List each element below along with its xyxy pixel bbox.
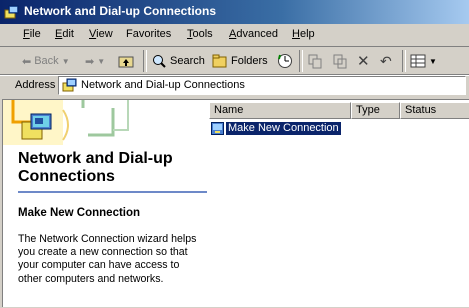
chevron-down-icon: ▼: [97, 56, 106, 66]
address-value: Network and Dial-up Connections: [81, 79, 245, 91]
column-header-status[interactable]: Status: [400, 102, 469, 119]
chevron-down-icon: ▼: [429, 56, 437, 66]
up-folder-button[interactable]: [118, 50, 134, 72]
menu-favorites[interactable]: Favorites: [126, 28, 171, 40]
list-item-label: Make New Connection: [226, 122, 341, 135]
network-connections-large-icon: [21, 113, 52, 140]
back-button[interactable]: ⬅ Back ▼: [22, 50, 70, 72]
menu-view[interactable]: View: [89, 28, 113, 40]
views-icon: [410, 54, 426, 68]
address-bar: Address Network and Dial-up Connections: [0, 74, 469, 97]
network-connections-icon: [62, 78, 77, 92]
address-field[interactable]: Network and Dial-up Connections: [58, 76, 466, 95]
delete-x-icon: ✕: [357, 53, 370, 70]
move-to-button[interactable]: [307, 50, 323, 72]
copy-to-icon: [333, 54, 347, 69]
views-button[interactable]: ▼: [410, 50, 437, 72]
move-to-icon: [308, 54, 322, 69]
menu-help[interactable]: Help: [292, 28, 315, 40]
delete-button[interactable]: ✕: [357, 50, 370, 72]
menu-advanced[interactable]: Advanced: [229, 28, 278, 40]
undo-icon: ↶: [380, 52, 392, 69]
make-new-connection-icon: [211, 122, 224, 135]
copy-to-button[interactable]: [332, 50, 348, 72]
folders-button[interactable]: Folders: [212, 50, 268, 72]
forward-button[interactable]: ➡ ▼: [85, 50, 105, 72]
list-view[interactable]: Name Type Status Make New Connection: [209, 100, 469, 308]
title-bar[interactable]: Network and Dial-up Connections: [0, 0, 469, 24]
forward-arrow-icon: ➡: [85, 55, 95, 68]
pane-subtitle: Make New Connection: [18, 207, 141, 219]
standard-toolbar: ⬅ Back ▼ ➡ ▼ Search Folders ✕ ↶ ▼: [0, 46, 469, 76]
content-area: Network and Dial-up Connections Make New…: [2, 99, 469, 307]
web-view-pane: Network and Dial-up Connections Make New…: [3, 100, 208, 308]
undo-button[interactable]: ↶: [380, 50, 392, 72]
window-title: Network and Dial-up Connections: [24, 4, 217, 18]
menu-file[interactable]: File: [23, 28, 41, 40]
list-item[interactable]: Make New Connection: [211, 121, 341, 136]
column-header-type[interactable]: Type: [351, 102, 400, 119]
search-button[interactable]: Search: [151, 50, 205, 72]
search-icon: [153, 55, 166, 68]
pane-divider: [18, 191, 207, 193]
address-label: Address: [15, 79, 56, 91]
up-folder-icon: [118, 56, 134, 68]
history-icon: [278, 54, 292, 68]
history-button[interactable]: [277, 50, 293, 72]
column-header-name[interactable]: Name: [209, 102, 351, 119]
pane-title: Network and Dial-up Connections: [18, 150, 173, 185]
chevron-down-icon: ▼: [61, 56, 70, 66]
back-arrow-icon: ⬅: [22, 55, 32, 68]
menu-edit[interactable]: Edit: [55, 28, 74, 40]
network-connections-icon: [4, 5, 19, 19]
menu-bar: File Edit View Favorites Tools Advanced …: [0, 24, 469, 47]
folders-icon: [212, 54, 227, 68]
pane-description: The Network Connection wizard helps you …: [18, 233, 197, 285]
menu-tools[interactable]: Tools: [187, 28, 213, 40]
